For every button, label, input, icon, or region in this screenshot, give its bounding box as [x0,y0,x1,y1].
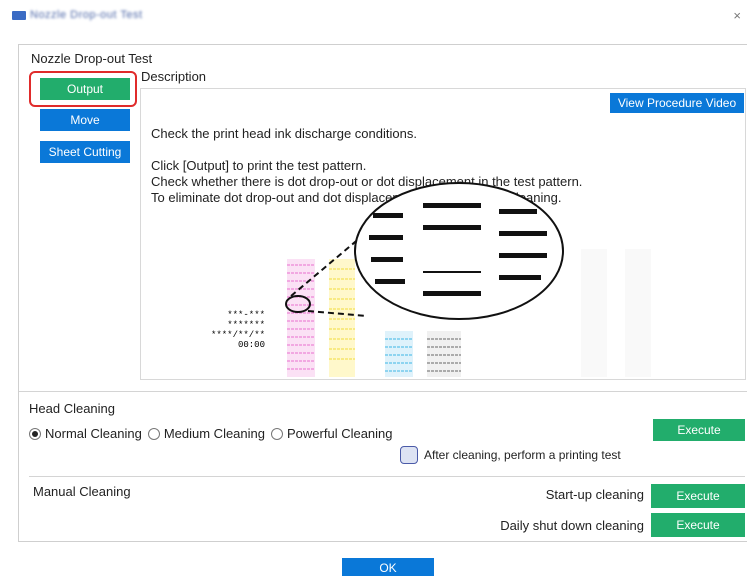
yellow-pattern [329,259,355,377]
radio-button[interactable] [147,427,160,440]
head-cleaning-title: Head Cleaning [29,401,116,416]
pattern-label-1: ***-*** [227,310,265,320]
pattern-label-4: 00:00 [238,340,265,350]
radio-button[interactable] [271,427,283,440]
manual-cleaning-title: Manual Cleaning [33,484,131,499]
radio-label-medium: Medium Cleaning [163,426,265,441]
sheet-cutting-button[interactable]: Sheet Cutting [40,141,130,163]
test-pattern-illustration: ***-*** ******* ****/**/** 00:00 [211,182,651,377]
startup-cleaning-label: Start-up cleaning [545,487,644,502]
window-title: Nozzle Drop-out Test [30,9,143,21]
nozzle-test-dialog: Nozzle Drop-out Test Output Move Sheet C… [18,44,747,542]
pattern-label-3: ****/**/** [211,330,265,340]
title-bar: Nozzle Drop-out Test × [0,0,747,34]
radio-label-powerful: Powerful Cleaning [287,426,393,441]
ok-button[interactable]: OK [342,558,434,576]
startup-cleaning-execute-button[interactable]: Execute [651,484,745,508]
move-button[interactable]: Move [40,109,130,131]
section-divider-1 [19,391,747,392]
description-title: Description [141,69,207,84]
section-divider-2 [29,476,745,477]
output-button[interactable]: Output [40,78,130,100]
radio-button-checked[interactable] [29,427,41,440]
shutdown-cleaning-execute-button[interactable]: Execute [651,513,745,537]
shutdown-cleaning-label: Daily shut down cleaning [500,518,644,533]
cleaning-mode-group: Normal Cleaning Medium Cleaning Powerful… [29,426,399,441]
after-cleaning-label: After cleaning, perform a printing test [424,448,621,462]
app-icon [12,11,26,20]
magnified-view [354,182,564,320]
black-pattern [427,331,461,377]
after-cleaning-checkbox[interactable] [400,446,418,464]
description-panel: View Procedure Video Check the print hea… [140,88,746,380]
cyan-pattern [385,331,413,377]
radio-label-normal: Normal Cleaning [45,426,142,441]
nozzle-section-title: Nozzle Drop-out Test [31,51,153,66]
head-cleaning-execute-button[interactable]: Execute [653,419,745,441]
close-icon[interactable]: × [733,8,741,23]
radio-medium-cleaning[interactable]: Medium Cleaning [147,426,265,441]
radio-powerful-cleaning[interactable]: Powerful Cleaning [271,426,393,441]
after-cleaning-test-option[interactable]: After cleaning, perform a printing test [400,446,621,464]
pattern-label-2: ******* [227,320,265,330]
radio-normal-cleaning[interactable]: Normal Cleaning [29,426,142,441]
magenta-pattern [287,259,315,377]
